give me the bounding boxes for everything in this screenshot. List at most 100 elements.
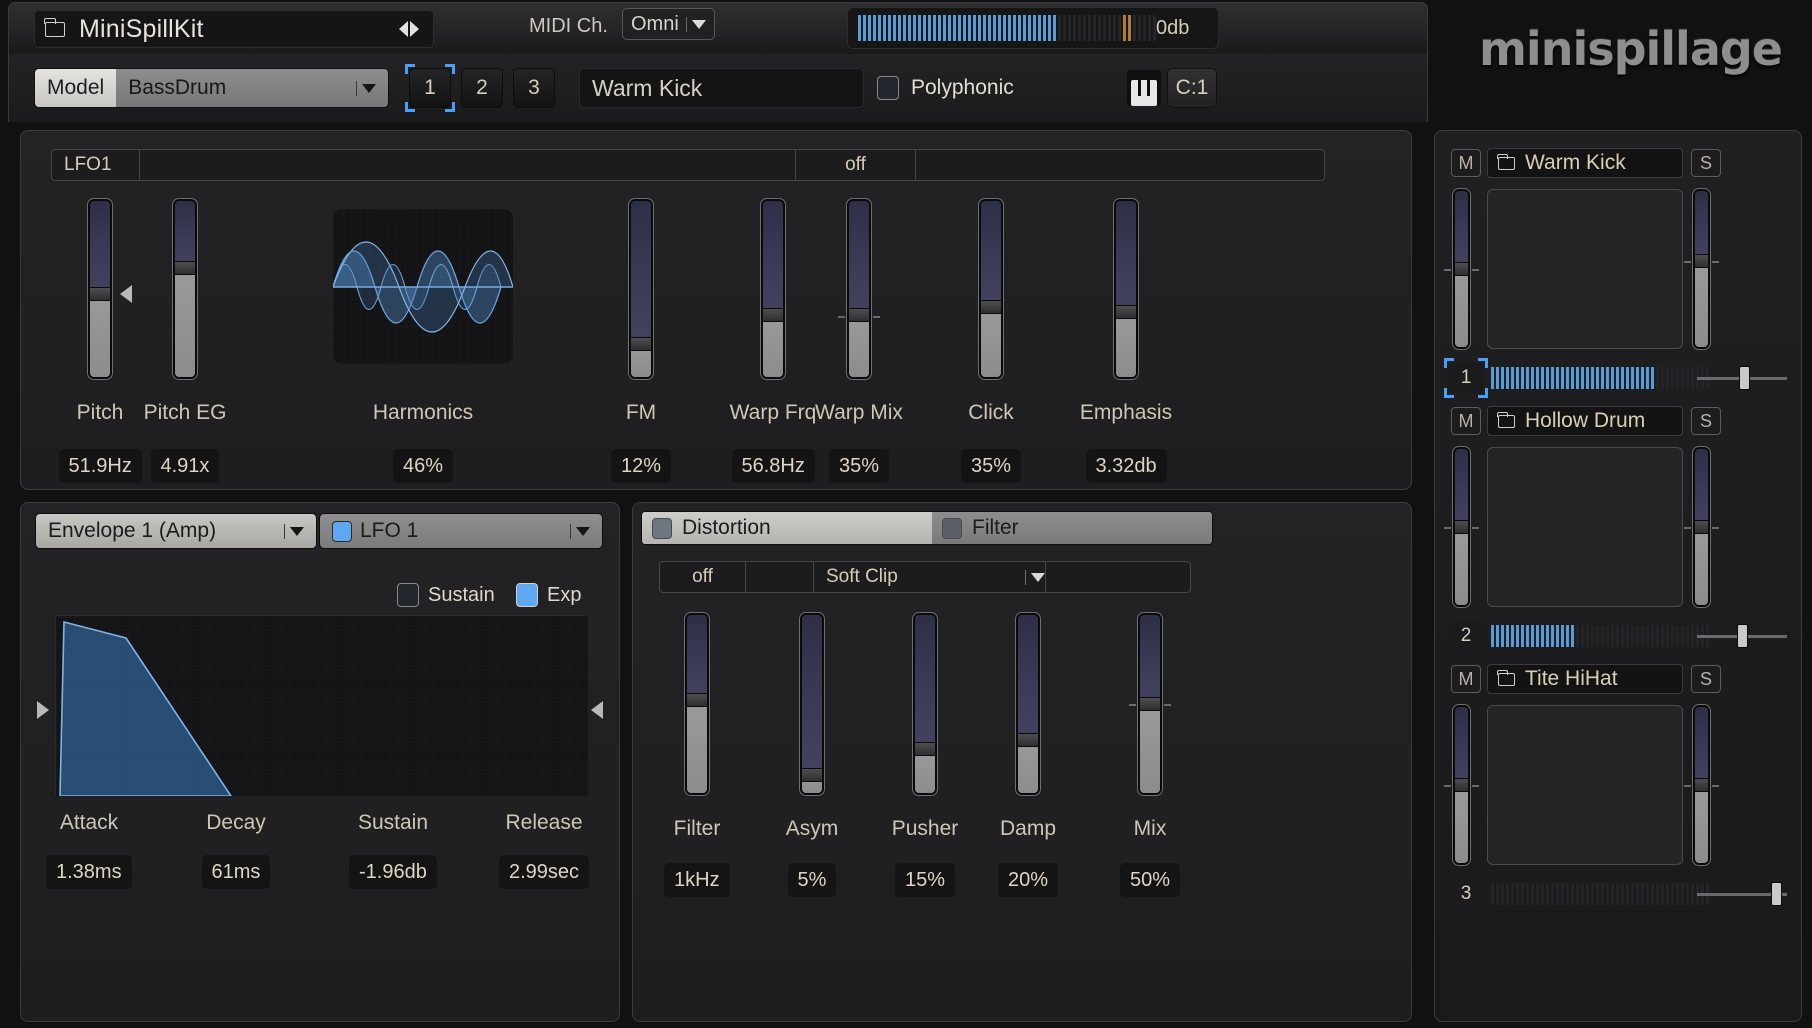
slider-track[interactable] <box>761 199 785 379</box>
value-harmonics[interactable]: 46% <box>393 449 454 483</box>
envelope-right-marker[interactable] <box>591 701 603 719</box>
value-emphasis[interactable]: 3.32db <box>1085 449 1167 483</box>
fx-mod-gap[interactable] <box>746 562 814 592</box>
slider-track[interactable] <box>1453 447 1470 607</box>
solo-button[interactable]: S <box>1691 149 1721 177</box>
slider-thumb[interactable] <box>802 768 822 783</box>
mod-strip-tail[interactable] <box>916 150 1324 180</box>
exp-toggle[interactable]: Exp <box>516 583 581 607</box>
model-value[interactable]: BassDrum <box>116 69 388 107</box>
slider-track[interactable] <box>1453 189 1470 349</box>
fx-mod-tail[interactable] <box>1046 562 1190 592</box>
chevron-down-icon[interactable] <box>284 523 304 539</box>
pan-slider[interactable] <box>1453 705 1470 865</box>
slider-thumb[interactable] <box>1140 697 1160 711</box>
envelope-graph[interactable] <box>55 615 588 797</box>
step-button[interactable]: 2 <box>1449 621 1483 651</box>
slider-track[interactable] <box>913 613 937 795</box>
harmonics-display[interactable] <box>333 209 513 364</box>
tab-distortion[interactable]: Distortion <box>642 512 932 544</box>
slider-modulation-marker[interactable] <box>120 285 132 304</box>
polyphonic-toggle[interactable]: Polyphonic <box>877 76 1014 100</box>
oscillator-mod-strip[interactable]: LFO1 off <box>51 149 1325 181</box>
send-slider-thumb[interactable] <box>1738 366 1750 390</box>
slider-asym[interactable] <box>800 613 824 795</box>
fx-type[interactable]: Soft Clip <box>814 562 1046 592</box>
mute-button[interactable]: M <box>1451 149 1481 177</box>
polyphonic-checkbox[interactable] <box>877 76 899 100</box>
value-asym[interactable]: 5% <box>787 863 837 897</box>
fx-mod-source[interactable]: off <box>660 562 746 592</box>
slider-damp[interactable] <box>1016 613 1040 795</box>
tab-filter[interactable]: Filter <box>932 512 1212 544</box>
filter-checkbox[interactable] <box>942 517 962 539</box>
value-warp-frq[interactable]: 56.8Hz <box>731 449 815 483</box>
slider-thumb[interactable] <box>1455 262 1468 276</box>
mute-button[interactable]: M <box>1451 665 1481 693</box>
slider-filter[interactable] <box>685 613 709 795</box>
solo-button[interactable]: S <box>1691 407 1721 435</box>
send-slider-thumb[interactable] <box>1737 624 1748 648</box>
slider-thumb[interactable] <box>849 308 869 323</box>
value-mix[interactable]: 50% <box>1120 863 1181 897</box>
layer-button-1[interactable]: 1 <box>405 64 455 112</box>
slider-track[interactable] <box>800 613 824 795</box>
envelope-lfo-selector[interactable]: LFO 1 <box>319 513 603 549</box>
output-meter[interactable]: 0db <box>847 7 1219 49</box>
sample-display[interactable] <box>1487 447 1683 607</box>
instrument-title-field[interactable]: MiniSpillKit <box>34 10 434 48</box>
slider-thumb[interactable] <box>1695 778 1708 792</box>
slider-thumb[interactable] <box>687 693 707 708</box>
slider-thumb[interactable] <box>1695 520 1708 534</box>
slider-thumb[interactable] <box>1018 732 1038 747</box>
slider-track[interactable] <box>1693 447 1710 607</box>
exp-checkbox[interactable] <box>516 583 538 607</box>
fx-mod-strip[interactable]: off Soft Clip <box>659 561 1191 593</box>
pan-slider[interactable] <box>1453 447 1470 607</box>
slider-thumb[interactable] <box>1695 254 1708 269</box>
slider-thumb[interactable] <box>175 260 195 275</box>
slider-mix[interactable] <box>1138 613 1162 795</box>
slider-thumb[interactable] <box>631 336 651 351</box>
value-release[interactable]: 2.99sec <box>499 855 590 889</box>
track-name-field[interactable]: Warm Kick <box>1487 148 1683 178</box>
send-slider[interactable] <box>1697 882 1787 906</box>
value-attack[interactable]: 1.38ms <box>46 855 132 889</box>
slider-thumb[interactable] <box>90 287 110 302</box>
slider-track[interactable] <box>847 199 871 379</box>
slider-track[interactable] <box>1693 189 1710 349</box>
preset-name-field[interactable]: Warm Kick <box>579 68 864 108</box>
slider-track[interactable] <box>173 199 197 379</box>
model-selector[interactable]: Model BassDrum <box>34 68 389 108</box>
chevron-down-icon[interactable] <box>1025 569 1045 585</box>
volume-slider[interactable] <box>1693 189 1710 349</box>
sustain-toggle[interactable]: Sustain <box>397 583 495 607</box>
pan-slider[interactable] <box>1453 189 1470 349</box>
slider-emphasis[interactable] <box>1114 199 1138 379</box>
slider-track[interactable] <box>1016 613 1040 795</box>
sample-display[interactable] <box>1487 189 1683 349</box>
send-slider[interactable] <box>1697 366 1787 390</box>
distortion-checkbox[interactable] <box>652 517 672 539</box>
preset-nav[interactable] <box>399 21 419 37</box>
slider-track[interactable] <box>685 613 709 795</box>
slider-warp-mix[interactable] <box>847 199 871 379</box>
value-pitch[interactable]: 51.9Hz <box>58 449 142 483</box>
sample-display[interactable] <box>1487 705 1683 865</box>
value-pitch-eg[interactable]: 4.91x <box>150 449 220 483</box>
value-filter[interactable]: 1kHz <box>664 863 730 897</box>
slider-click[interactable] <box>979 199 1003 379</box>
step-button[interactable]: 1 <box>1444 358 1488 398</box>
triangle-left-icon[interactable] <box>399 21 408 37</box>
value-fm[interactable]: 12% <box>611 449 672 483</box>
root-note-button[interactable]: C:1 <box>1167 68 1217 108</box>
slider-pitch-eg[interactable] <box>173 199 197 379</box>
solo-button[interactable]: S <box>1691 665 1721 693</box>
slider-track[interactable] <box>1693 705 1710 865</box>
envelope-left-marker[interactable] <box>37 701 49 719</box>
slider-thumb[interactable] <box>1455 520 1468 534</box>
midi-channel-select[interactable]: Omni <box>622 8 715 40</box>
track-name-field[interactable]: Tite HiHat <box>1487 664 1683 694</box>
slider-track[interactable] <box>979 199 1003 379</box>
slider-thumb[interactable] <box>915 741 935 756</box>
